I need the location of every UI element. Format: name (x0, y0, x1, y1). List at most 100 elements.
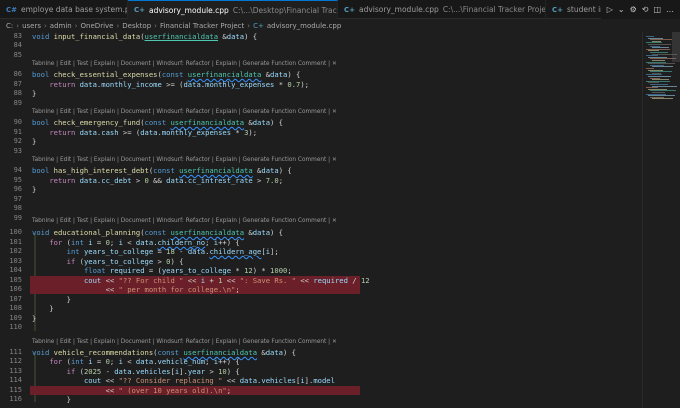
code-token: year (187, 367, 206, 376)
code-token: void (32, 32, 54, 41)
tab-advisory-module-2[interactable]: C+ advisory_module.cpp C:\...\Financial … (338, 0, 546, 19)
code-line[interactable]: 104 float required = (years_to_college *… (0, 266, 642, 275)
code-token: cout (83, 376, 102, 385)
code-line[interactable]: 94 bool has_high_interest_debt(const user… (0, 166, 642, 175)
code-line[interactable]: 116 } (0, 395, 642, 404)
code-token: " (over 10 years old).\n" (118, 386, 227, 395)
breadcrumb-item[interactable]: users (22, 22, 41, 30)
more-icon[interactable]: … (666, 5, 674, 14)
tab-employe-data-base-system[interactable]: C# employe data base system.py (0, 0, 128, 19)
code-line[interactable]: 89 (0, 99, 642, 108)
breadcrumb-item[interactable]: admin (50, 22, 72, 30)
code-line[interactable]: 85 (0, 51, 642, 60)
code-line[interactable]: 96} (0, 185, 642, 194)
code-token: data (183, 80, 201, 89)
code-line[interactable]: 101 for (int i = 0; i < data.childern_no… (0, 238, 642, 247)
python-file-icon: C# (6, 5, 18, 14)
cpp-file-icon: C+ (253, 21, 264, 30)
code-token: const (161, 70, 188, 79)
code-token: int (70, 238, 89, 247)
history-icon[interactable]: ⟲ (642, 5, 649, 14)
minimap-line (652, 66, 673, 68)
codelens-actions[interactable]: Tabnine | Edit | Test | Explain | Docume… (32, 339, 337, 345)
code-token: } (32, 137, 37, 146)
code-line[interactable]: 98 (0, 204, 642, 213)
code-line[interactable]: 109} (0, 314, 642, 323)
line-number: 101 (9, 238, 22, 246)
code-token: } (32, 304, 54, 313)
line-number: 113 (9, 367, 22, 375)
code-line[interactable]: 95 return data.cc_debt > 0 && data.cc_in… (0, 176, 642, 185)
code-token: const (153, 166, 180, 175)
line-number: 87 (13, 80, 22, 88)
code-line[interactable]: 93 (0, 147, 642, 156)
code-line[interactable]: 100 void educational_planning(const userf… (0, 228, 642, 237)
code-token: - (101, 367, 115, 376)
line-number: 112 (9, 357, 22, 365)
code-line[interactable]: 114 cout << "?? Consider replacing " << … (0, 376, 642, 385)
code-line[interactable]: 88} (0, 89, 642, 98)
code-token: "?? For child " (118, 276, 184, 285)
breadcrumb-item[interactable]: advisory_module.cpp (267, 22, 341, 30)
code-line[interactable]: 110 (0, 323, 642, 332)
code-token: required (109, 266, 145, 275)
code-text: } (32, 185, 36, 194)
line-number: 106 (9, 285, 22, 293)
line-number: 105 (9, 276, 22, 284)
code-line[interactable]: 112 for (int i = 0; i < data.vehicle_num… (0, 357, 642, 366)
minimap[interactable] (642, 32, 680, 408)
run-icon[interactable]: ▷ (607, 5, 613, 14)
code-line[interactable]: 92} (0, 137, 642, 146)
code-editor[interactable]: Tabnine | Edit | Test | Explain | Docume… (0, 32, 642, 408)
scrollbar-thumb[interactable] (672, 32, 680, 62)
code-line[interactable]: 97 (0, 195, 642, 204)
line-number: 102 (9, 247, 22, 255)
code-token: ) { (170, 257, 184, 266)
code-token: ; (278, 176, 284, 185)
code-token: educational_planning (53, 228, 141, 237)
code-line[interactable]: 91 return data.cash >= (data.monthly_exp… (0, 128, 642, 137)
code-token: << (183, 276, 201, 285)
code-line[interactable]: 83 void input_financial_data(userfinancia… (0, 32, 642, 41)
code-line[interactable]: 103 if (years_to_college > 0) { (0, 257, 642, 266)
breadcrumb-item[interactable]: OneDrive (81, 22, 114, 30)
breadcrumb-item[interactable]: Desktop (122, 22, 151, 30)
code-line[interactable]: 90 bool check_emergency_fund(const userfi… (0, 118, 642, 127)
code-line[interactable]: 106 << " per month for college.\n"; (0, 285, 642, 294)
breadcrumb-item[interactable]: Financial Tracker Project (160, 22, 244, 30)
code-text: void input_financial_data(userfinanciald… (32, 32, 257, 41)
code-line[interactable]: 84 (0, 41, 642, 50)
code-token: << (222, 276, 240, 285)
code-line[interactable]: 115 << " (over 10 years old).\n"; (0, 386, 642, 395)
code-line[interactable]: 111 void vehicle_recommendations(const us… (0, 348, 642, 357)
line-number: 98 (13, 204, 22, 212)
code-token: data (187, 247, 206, 256)
code-line[interactable]: 113 if (2025 - data.vehicles[i].year > 1… (0, 367, 642, 376)
code-token: const (157, 348, 184, 357)
code-line[interactable]: 87 return data.monthly_income >= (data.m… (0, 80, 642, 89)
code-line[interactable]: 108 } (0, 304, 642, 313)
tab-advisory-module-active[interactable]: C+ advisory_module.cpp C:\...\Desktop\Fi… (128, 0, 338, 19)
breadcrumb-item[interactable]: C: (6, 22, 13, 30)
codelens-actions[interactable]: Tabnine | Edit | Test | Explain | Docume… (32, 61, 337, 67)
editor-tab-bar: C# employe data base system.py C+ adviso… (0, 0, 680, 19)
code-line[interactable]: 105 cout << "?? For child " << i + 1 << … (0, 276, 642, 285)
codelens-actions[interactable]: Tabnine | Edit | Test | Explain | Docume… (32, 109, 337, 115)
code-text: return data.monthly_income >= (data.mont… (32, 80, 309, 89)
code-token: data (270, 70, 288, 79)
code-token: data (140, 128, 158, 137)
split-editor-icon[interactable]: ◫ (653, 5, 661, 14)
code-token: < (122, 357, 136, 366)
code-token: cout (83, 276, 102, 285)
gear-icon[interactable]: ⚙ (630, 5, 637, 14)
code-line[interactable]: 107 } (0, 295, 642, 304)
code-line[interactable]: 102 int years_to_college = 18 - data.chi… (0, 247, 642, 256)
codelens-actions[interactable]: Tabnine | Edit | Test | Explain | Docume… (32, 157, 337, 163)
code-line[interactable]: 99 (0, 214, 642, 223)
code-line[interactable]: 86 bool check_essential_expenses(const us… (0, 70, 642, 79)
code-text: } (32, 395, 71, 404)
minimap-line (652, 98, 673, 100)
chevron-down-icon[interactable]: ⌄ (618, 5, 625, 14)
